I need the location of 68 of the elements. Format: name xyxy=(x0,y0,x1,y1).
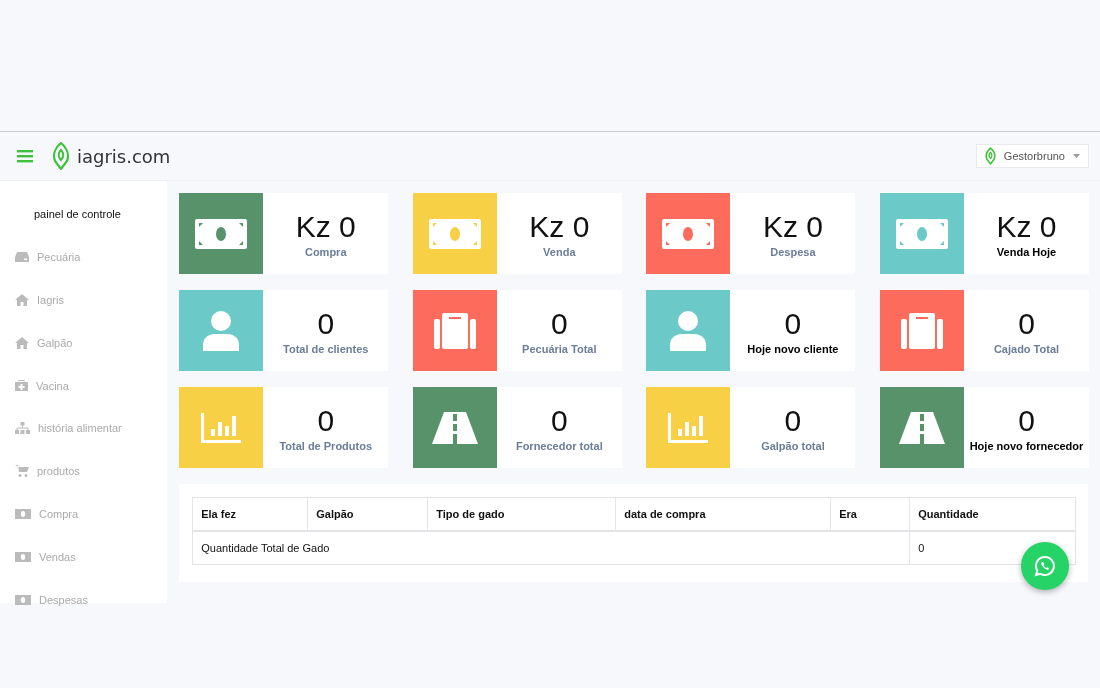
sidebar-item[interactable]: Pecuária xyxy=(0,235,168,279)
stat-value: Kz 0 xyxy=(762,209,823,244)
stat-value: Kz 0 xyxy=(529,209,590,244)
sidebar-item[interactable]: Vacina xyxy=(0,364,168,407)
stat-label: Total de clientes xyxy=(283,342,369,355)
stat-label: Venda xyxy=(543,245,576,258)
column-header: Galpão xyxy=(307,497,428,531)
stat-label: Total de Produtos xyxy=(279,439,373,452)
home-icon xyxy=(15,336,29,349)
banknote-icon xyxy=(15,551,31,562)
stat-label: Compra xyxy=(304,245,347,258)
drive-icon xyxy=(15,252,29,263)
bar-chart-icon xyxy=(668,412,709,443)
stat-value: 0 xyxy=(1018,403,1035,438)
banknote-icon xyxy=(15,508,31,519)
table-cell: Quantidade Total de Gado xyxy=(192,531,910,565)
stat-label: Cajado Total xyxy=(993,342,1060,355)
road-icon xyxy=(431,411,478,444)
sidebar-item[interactable]: Vendas xyxy=(0,535,168,579)
banknote-icon xyxy=(428,218,481,249)
leaf-logo-icon xyxy=(984,147,996,165)
user-icon xyxy=(203,310,240,351)
suitcase-icon xyxy=(901,312,943,349)
stat-label: Fornecedor total xyxy=(515,439,603,452)
sidebar-item[interactable]: produtos xyxy=(0,449,168,493)
stat-value: Kz 0 xyxy=(295,209,356,244)
user-icon xyxy=(670,310,707,351)
stat-value: 0 xyxy=(317,403,335,438)
home-icon xyxy=(15,294,29,306)
cart-icon xyxy=(15,465,29,478)
sidebar-item[interactable]: história alimentar xyxy=(0,407,168,450)
stat-value: 0 xyxy=(317,306,335,341)
sidebar-item[interactable]: painel de controle xyxy=(0,193,168,236)
banknote-icon xyxy=(195,218,248,249)
caret-icon xyxy=(1073,154,1080,158)
stat-value: 0 xyxy=(784,306,802,341)
sidebar-item[interactable]: Iagris xyxy=(0,278,168,322)
medkit-icon xyxy=(15,380,28,392)
user-menu-button[interactable]: Gestorbruno xyxy=(975,144,1089,168)
sidebar-item[interactable]: Compra xyxy=(0,492,168,536)
column-header: Ela fez xyxy=(192,497,308,531)
suitcase-icon xyxy=(433,312,476,349)
sidebar-item[interactable]: Galpão xyxy=(0,321,168,365)
column-header: Tipo de gado xyxy=(427,497,616,531)
stat-value: Kz 0 xyxy=(996,209,1057,244)
bar-chart-icon xyxy=(201,412,242,443)
banknote-icon xyxy=(662,218,715,249)
banknote-icon xyxy=(896,218,948,249)
column-header: data de compra xyxy=(615,497,831,531)
stat-label: Venda Hoje xyxy=(996,245,1057,258)
leaf-logo-icon xyxy=(52,142,70,170)
stat-label: Hoje novo cliente xyxy=(747,342,839,355)
stat-value: 0 xyxy=(784,403,802,438)
menu-icon[interactable] xyxy=(17,149,33,163)
stat-value: 0 xyxy=(550,306,568,341)
whatsapp-icon xyxy=(1034,555,1056,577)
stat-label: Galpão total xyxy=(761,439,825,452)
road-icon xyxy=(899,411,945,444)
stat-value: 0 xyxy=(1018,306,1035,341)
stat-value: 0 xyxy=(550,403,568,438)
sidebar-item[interactable]: Despesas xyxy=(0,578,168,621)
stat-label: Pecuária Total xyxy=(522,342,597,355)
sitemap-icon xyxy=(15,422,30,435)
brand-name[interactable]: iagris.com xyxy=(77,145,171,167)
stat-label: Despesa xyxy=(770,245,816,258)
column-header: Quantidade xyxy=(909,497,1076,531)
stat-label: Hoje novo fornecedor xyxy=(969,439,1084,452)
column-header: Era xyxy=(830,497,910,531)
